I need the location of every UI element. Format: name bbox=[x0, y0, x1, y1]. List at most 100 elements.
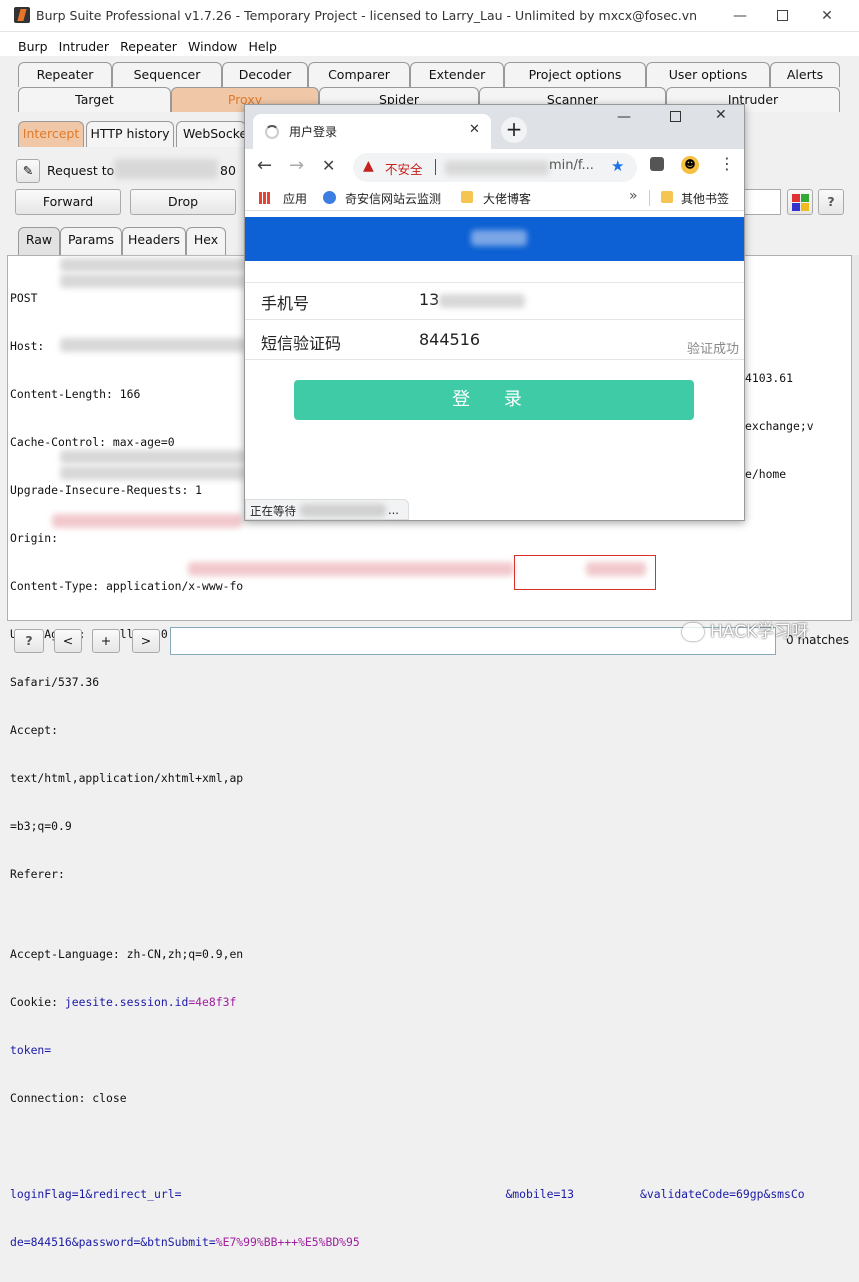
tab-close-icon[interactable]: ✕ bbox=[469, 122, 480, 137]
wechat-icon bbox=[682, 623, 704, 641]
tab-target[interactable]: Target bbox=[18, 87, 171, 112]
tab-repeater[interactable]: Repeater bbox=[18, 62, 112, 87]
extensions-icon[interactable] bbox=[650, 157, 664, 171]
tab-sequencer[interactable]: Sequencer bbox=[112, 62, 222, 87]
sms-code-input[interactable]: 844516 bbox=[419, 330, 480, 349]
verify-status: 验证成功 bbox=[687, 338, 739, 357]
req-line: token= bbox=[10, 1042, 805, 1058]
prev-match-button[interactable]: < bbox=[54, 629, 82, 653]
help-button[interactable]: ? bbox=[818, 189, 844, 215]
req-line bbox=[10, 1138, 805, 1154]
address-bar[interactable]: ▲ 不安全 min/f... ★ bbox=[353, 153, 637, 182]
insecure-label: 不安全 bbox=[385, 159, 423, 178]
body-line-1: loginFlag=1&redirect_url=&mobile=13&vali… bbox=[10, 1186, 805, 1202]
req-line: Content-Type: application/x-www-fo bbox=[10, 578, 805, 594]
profile-avatar[interactable]: ☻ bbox=[681, 156, 699, 174]
menu-help[interactable]: Help bbox=[248, 39, 277, 54]
tab-decoder[interactable]: Decoder bbox=[222, 62, 308, 87]
browser-window: 用户登录 ✕ + — ✕ ← → ✕ ▲ 不安全 min/f... ★ ☻ ⋮ … bbox=[244, 104, 745, 521]
more-bookmarks-icon[interactable]: » bbox=[629, 188, 638, 204]
tab-comparer[interactable]: Comparer bbox=[308, 62, 410, 87]
browser-menu-icon[interactable]: ⋮ bbox=[719, 154, 735, 173]
cookie-line: Cookie: jeesite.session.id=4e8f3f bbox=[10, 994, 805, 1010]
cookie-key: jeesite.session.id bbox=[65, 995, 188, 1009]
body-line-2: de=844516&password=&btnSubmit=%E7%99%BB+… bbox=[10, 1234, 805, 1250]
req-line: Referer: bbox=[10, 866, 805, 882]
menu-window[interactable]: Window bbox=[188, 39, 237, 54]
close-icon[interactable]: ✕ bbox=[817, 6, 837, 26]
minimize-icon[interactable]: — bbox=[730, 6, 750, 26]
page-header bbox=[245, 217, 744, 261]
folder-icon bbox=[661, 191, 673, 203]
tab-extender[interactable]: Extender bbox=[410, 62, 504, 87]
bookmark-qianxin[interactable]: 奇安信网站云监测 bbox=[345, 190, 441, 207]
bookmark-apps[interactable]: 应用 bbox=[283, 190, 307, 207]
login-button[interactable]: 登 录 bbox=[294, 380, 694, 420]
req-line: =b3;q=0.9 bbox=[10, 818, 805, 834]
editor-scrollbar[interactable] bbox=[852, 255, 859, 621]
new-tab-button[interactable]: + bbox=[501, 117, 527, 143]
cookie-value: =4e8f3f bbox=[188, 995, 236, 1009]
maximize-icon[interactable] bbox=[772, 6, 792, 26]
browser-close-icon[interactable]: ✕ bbox=[715, 107, 727, 123]
browser-tab-title: 用户登录 bbox=[289, 123, 337, 140]
phone-input[interactable]: 13 bbox=[419, 290, 525, 309]
tab-headers[interactable]: Headers bbox=[122, 227, 186, 255]
tab-user-options[interactable]: User options bbox=[646, 62, 770, 87]
browser-tab[interactable]: 用户登录 ✕ bbox=[253, 114, 491, 149]
forward-button[interactable]: Forward bbox=[15, 189, 121, 215]
header-fragment: exchange;v bbox=[745, 418, 814, 434]
apps-grid-icon[interactable] bbox=[259, 192, 271, 204]
forward-icon[interactable]: → bbox=[289, 155, 304, 176]
menu-bar: Burp Intruder Repeater Window Help bbox=[0, 32, 859, 56]
request-to-label: Request to bbox=[47, 163, 114, 178]
browser-tab-strip: 用户登录 ✕ + — ✕ bbox=[245, 105, 744, 149]
header-fragment: 4103.61 bbox=[745, 370, 793, 386]
bookmarks-bar: 应用 奇安信网站云监测 大佬博客 » 其他书签 bbox=[245, 185, 744, 211]
tab-http-history[interactable]: HTTP history bbox=[86, 121, 174, 147]
add-button[interactable]: + bbox=[92, 629, 120, 653]
next-match-button[interactable]: > bbox=[132, 629, 160, 653]
tab-raw[interactable]: Raw bbox=[18, 227, 60, 255]
mobile-highlight-box bbox=[514, 555, 656, 590]
color-grid-icon[interactable] bbox=[787, 189, 813, 215]
bookmark-blog[interactable]: 大佬博客 bbox=[483, 190, 531, 207]
tab-alerts[interactable]: Alerts bbox=[770, 62, 840, 87]
window-title: Burp Suite Professional v1.7.26 - Tempor… bbox=[36, 8, 697, 23]
req-line: text/html,application/xhtml+xml,ap bbox=[10, 770, 805, 786]
header-fragment: e/home bbox=[745, 466, 786, 482]
req-line: Origin: bbox=[10, 530, 805, 546]
url-text: min/f... bbox=[549, 158, 594, 173]
browser-minimize-icon[interactable]: — bbox=[617, 109, 631, 125]
help-bottom-button[interactable]: ? bbox=[14, 629, 44, 653]
tab-hex[interactable]: Hex bbox=[186, 227, 226, 255]
req-line: Safari/537.36 bbox=[10, 674, 805, 690]
edit-pencil-icon[interactable]: ✎ bbox=[16, 159, 40, 183]
back-icon[interactable]: ← bbox=[257, 155, 272, 176]
search-field-partial[interactable] bbox=[745, 189, 781, 215]
sms-label: 短信验证码 bbox=[261, 330, 341, 354]
phone-label: 手机号 bbox=[261, 290, 309, 314]
stop-icon[interactable]: ✕ bbox=[322, 156, 335, 175]
burp-logo-icon bbox=[14, 7, 30, 23]
menu-burp[interactable]: Burp bbox=[18, 39, 48, 54]
bookmark-star-icon[interactable]: ★ bbox=[611, 157, 624, 175]
tab-intercept[interactable]: Intercept bbox=[18, 121, 84, 147]
qianxin-icon bbox=[323, 191, 336, 204]
status-bubble: 正在等待 ... bbox=[245, 499, 409, 520]
tab-params[interactable]: Params bbox=[60, 227, 122, 255]
warning-icon: ▲ bbox=[363, 158, 374, 174]
watermark: HACK学习呀 bbox=[682, 617, 808, 642]
drop-button[interactable]: Drop bbox=[130, 189, 236, 215]
browser-maximize-icon[interactable] bbox=[670, 111, 681, 122]
request-port: 80 bbox=[220, 163, 236, 178]
other-bookmarks[interactable]: 其他书签 bbox=[681, 190, 729, 207]
req-line: Accept: bbox=[10, 722, 805, 738]
folder-icon bbox=[461, 191, 473, 203]
menu-repeater[interactable]: Repeater bbox=[120, 39, 177, 54]
menu-intruder[interactable]: Intruder bbox=[59, 39, 109, 54]
tab-project-options[interactable]: Project options bbox=[504, 62, 646, 87]
browser-toolbar: ← → ✕ ▲ 不安全 min/f... ★ ☻ ⋮ bbox=[245, 149, 744, 185]
req-line: Accept-Language: zh-CN,zh;q=0.9,en bbox=[10, 946, 805, 962]
tab-websockets[interactable]: WebSocke bbox=[176, 121, 246, 147]
